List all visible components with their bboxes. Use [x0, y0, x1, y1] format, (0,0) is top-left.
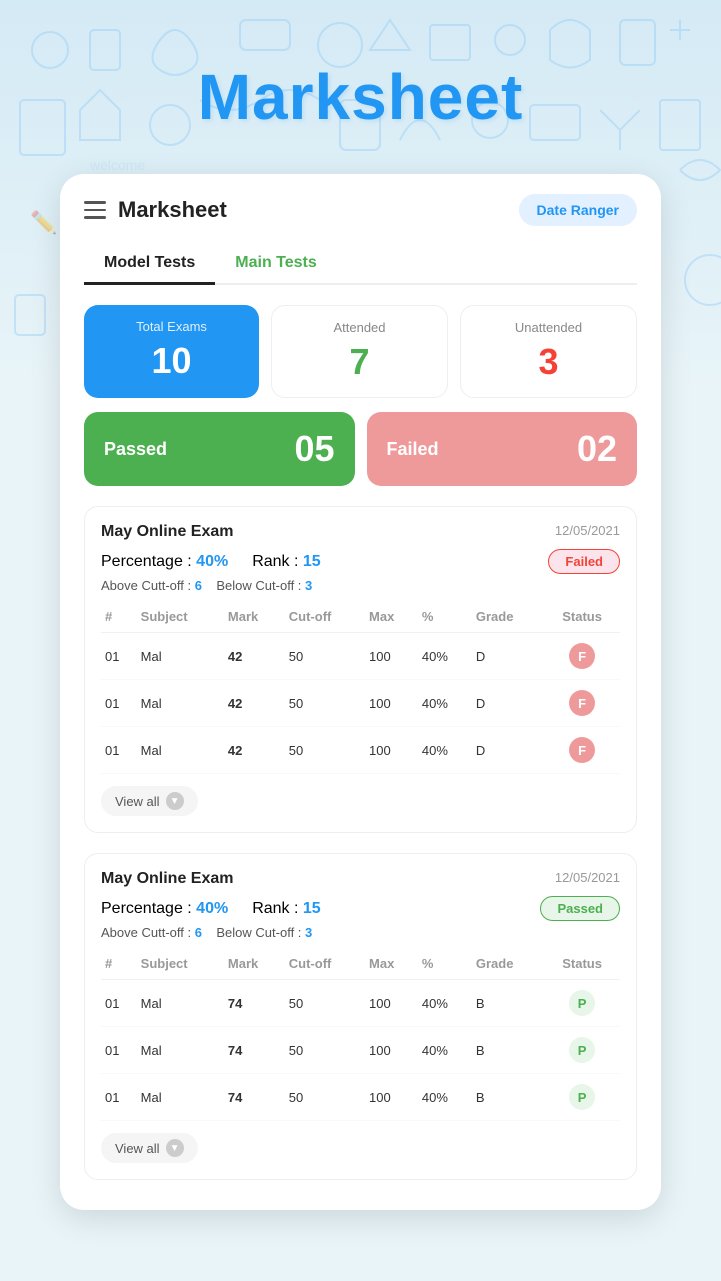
unattended-card: Unattended 3: [460, 305, 637, 398]
col-percent: %: [418, 605, 472, 633]
card-header: Marksheet Date Ranger: [60, 174, 661, 226]
col-grade: Grade: [472, 605, 544, 633]
exam-percentage-1: Percentage : 40%: [101, 553, 228, 571]
card-title: Marksheet: [118, 197, 519, 223]
exam-name-1: May Online Exam: [101, 523, 234, 541]
attended-label: Attended: [282, 320, 437, 335]
col-status-2: Status: [544, 952, 620, 980]
total-exams-card: Total Exams 10: [84, 305, 259, 398]
exam-name-2: May Online Exam: [101, 870, 234, 888]
total-exams-label: Total Exams: [94, 319, 249, 334]
exam-rank-1: Rank : 15: [252, 553, 320, 571]
status-circle: F: [569, 643, 595, 669]
date-ranger-button[interactable]: Date Ranger: [519, 194, 637, 226]
col-mark-2: Mark: [224, 952, 285, 980]
col-subject: Subject: [137, 605, 224, 633]
col-cutoff: Cut-off: [285, 605, 365, 633]
attended-card: Attended 7: [271, 305, 448, 398]
total-exams-value: 10: [94, 340, 249, 382]
stats-row: Total Exams 10 Attended 7 Unattended 3: [84, 305, 637, 398]
failed-label: Failed: [387, 439, 439, 460]
tab-model-tests[interactable]: Model Tests: [84, 244, 215, 285]
exam-cutoff-2: Above Cutt-off : 6 Below Cut-off : 3: [101, 925, 620, 940]
exam-date-1: 12/05/2021: [555, 523, 620, 538]
col-num: #: [101, 605, 137, 633]
col-max: Max: [365, 605, 418, 633]
col-grade-2: Grade: [472, 952, 544, 980]
exam-meta-row-2: Percentage : 40% Rank : 15 Passed: [101, 896, 620, 921]
exam-rank-2: Rank : 15: [252, 900, 320, 918]
status-circle: F: [569, 737, 595, 763]
attended-value: 7: [282, 341, 437, 383]
col-max-2: Max: [365, 952, 418, 980]
table-row: 01 Mal 74 50 100 40% B P: [101, 1027, 620, 1074]
col-mark: Mark: [224, 605, 285, 633]
failed-value: 02: [577, 428, 617, 470]
col-num-2: #: [101, 952, 137, 980]
unattended-label: Unattended: [471, 320, 626, 335]
tabs-container: Model Tests Main Tests: [84, 244, 637, 285]
col-subject-2: Subject: [137, 952, 224, 980]
exam-percentage-2: Percentage : 40%: [101, 900, 228, 918]
exam-meta-row-1: Percentage : 40% Rank : 15 Failed: [101, 549, 620, 574]
passed-label: Passed: [104, 439, 167, 460]
exam-meta-left-1: Percentage : 40% Rank : 15: [101, 553, 321, 571]
chevron-down-icon: ▼: [166, 792, 184, 810]
hamburger-menu[interactable]: [84, 201, 106, 219]
pass-fail-row: Passed 05 Failed 02: [84, 412, 637, 486]
passed-card: Passed 05: [84, 412, 355, 486]
page-title: Marksheet: [0, 0, 721, 134]
table-row: 01 Mal 42 50 100 40% D F: [101, 680, 620, 727]
unattended-value: 3: [471, 341, 626, 383]
exam-header-2: May Online Exam 12/05/2021: [101, 870, 620, 888]
table-row: 01 Mal 74 50 100 40% B P: [101, 1074, 620, 1121]
view-all-button-1[interactable]: View all ▼: [101, 786, 198, 816]
status-badge-1: Failed: [548, 549, 620, 574]
exam-meta-left-2: Percentage : 40% Rank : 15: [101, 900, 321, 918]
passed-value: 05: [294, 428, 334, 470]
status-circle: P: [569, 1084, 595, 1110]
exam-cutoff-1: Above Cutt-off : 6 Below Cut-off : 3: [101, 578, 620, 593]
table-row: 01 Mal 42 50 100 40% D F: [101, 633, 620, 680]
exam-date-2: 12/05/2021: [555, 870, 620, 885]
status-circle: F: [569, 690, 595, 716]
chevron-down-icon-2: ▼: [166, 1139, 184, 1157]
exam-card-2: May Online Exam 12/05/2021 Percentage : …: [84, 853, 637, 1180]
status-circle: P: [569, 990, 595, 1016]
exam-table-2: # Subject Mark Cut-off Max % Grade Statu…: [101, 952, 620, 1121]
failed-card: Failed 02: [367, 412, 638, 486]
table-row: 01 Mal 42 50 100 40% D F: [101, 727, 620, 774]
col-percent-2: %: [418, 952, 472, 980]
exam-table-1: # Subject Mark Cut-off Max % Grade Statu…: [101, 605, 620, 774]
tab-main-tests[interactable]: Main Tests: [215, 244, 337, 285]
col-status: Status: [544, 605, 620, 633]
exam-card-1: May Online Exam 12/05/2021 Percentage : …: [84, 506, 637, 833]
col-cutoff-2: Cut-off: [285, 952, 365, 980]
table-row: 01 Mal 74 50 100 40% B P: [101, 980, 620, 1027]
status-circle: P: [569, 1037, 595, 1063]
view-all-button-2[interactable]: View all ▼: [101, 1133, 198, 1163]
exam-header-1: May Online Exam 12/05/2021: [101, 523, 620, 541]
status-badge-2: Passed: [540, 896, 620, 921]
marksheet-card: Marksheet Date Ranger Model Tests Main T…: [60, 174, 661, 1210]
